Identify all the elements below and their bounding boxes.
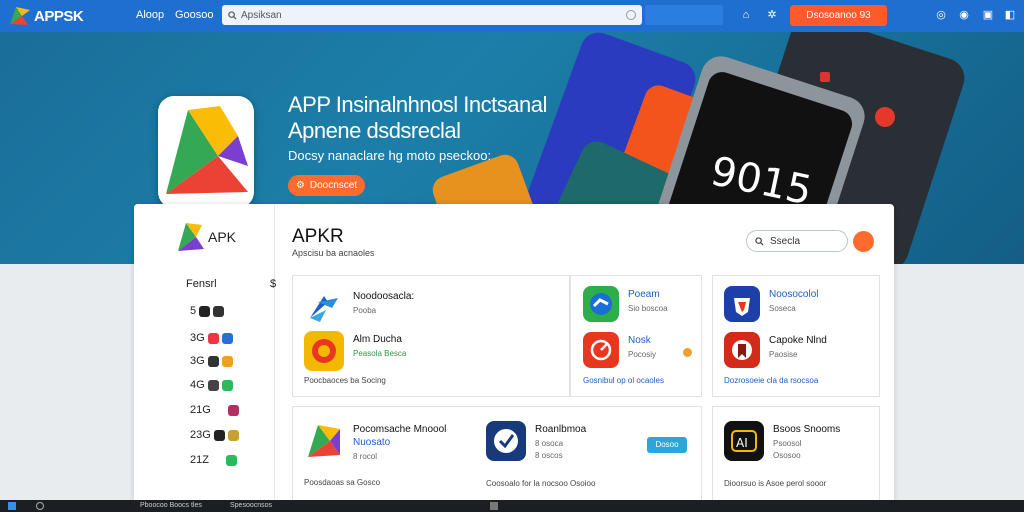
app-card[interactable]: Poeam Sio boscoa Nosk Pocosiy Gosnibul o… bbox=[570, 275, 702, 397]
search-icon[interactable] bbox=[36, 502, 44, 510]
app-item[interactable]: Noodoosacla: Pooba bbox=[304, 288, 414, 328]
search-clear-icon[interactable] bbox=[626, 10, 636, 20]
site-logo[interactable]: APPSK bbox=[8, 3, 94, 29]
shield-icon[interactable]: ▣ bbox=[982, 9, 994, 21]
sidebar: APK Fensrl $ 5 3G 3G 4G 21G 23G 21Z bbox=[134, 204, 277, 504]
logo-text: APPSK bbox=[34, 7, 84, 25]
hero-title: APP Insinalnhnosl Inctsanal Apnene dsdsr… bbox=[288, 92, 547, 143]
app-item[interactable]: Roanlbmoa 8 osoca 8 oscos bbox=[486, 421, 586, 461]
search-input[interactable]: Apsiksan bbox=[241, 10, 626, 21]
os-taskbar: Pboocoo Boocs tles Spesoocnsos bbox=[0, 500, 1024, 512]
download-cta-button[interactable]: Dsosoanoo 93 bbox=[790, 5, 887, 26]
sidebar-item[interactable]: 3G bbox=[190, 332, 233, 344]
content-panel: APK Fensrl $ 5 3G 3G 4G 21G 23G 21Z APKR… bbox=[134, 204, 894, 504]
section-search[interactable]: Ssecla bbox=[746, 230, 848, 252]
sidebar-heading: Fensrl bbox=[186, 278, 217, 290]
hero-app-icon bbox=[158, 96, 254, 208]
filter-icon[interactable] bbox=[853, 231, 874, 252]
svg-text:AI: AI bbox=[736, 436, 748, 450]
app-tag[interactable]: Dosoo bbox=[647, 437, 687, 453]
app-card[interactable]: Noodoosacla: Pooba Alm Ducha Peasola Bes… bbox=[292, 275, 570, 397]
app-icon bbox=[304, 288, 344, 328]
taskbar-app-icon[interactable] bbox=[490, 502, 498, 510]
sidebar-item[interactable]: 21Z bbox=[190, 454, 237, 466]
sidebar-logo[interactable]: APK bbox=[176, 219, 236, 255]
sidebar-item[interactable]: 21G bbox=[190, 404, 239, 416]
taskbar-app[interactable]: Pboocoo Boocs tles bbox=[140, 502, 202, 510]
settings-icon[interactable]: ✲ bbox=[764, 9, 780, 21]
help-icon[interactable]: ◉ bbox=[958, 9, 970, 21]
taskbar-app[interactable]: Spesoocnsos bbox=[230, 502, 272, 510]
app-item[interactable]: Pocomsache Mnoool Nuosato 8 rocol bbox=[304, 421, 446, 461]
card-footer: Poocbaoces ba Socing bbox=[304, 376, 386, 385]
sidebar-item[interactable]: 4G bbox=[190, 379, 233, 391]
apk-logo-icon bbox=[178, 223, 204, 251]
app-item[interactable]: Alm Ducha Peasola Besca bbox=[304, 331, 406, 371]
app-item[interactable]: AI Bsoos Snooms Psoosol Ososoo bbox=[724, 421, 840, 461]
app-card[interactable]: Pocomsache Mnoool Nuosato 8 rocol Roanlb… bbox=[292, 406, 702, 504]
app-icon bbox=[486, 421, 526, 461]
sidebar-item[interactable]: 23G bbox=[190, 429, 239, 441]
rating-badge bbox=[683, 348, 692, 357]
app-card[interactable]: AI Bsoos Snooms Psoosol Ososoo Dioorsuo … bbox=[712, 406, 880, 504]
app-item[interactable]: Poeam Sio boscoa bbox=[583, 286, 668, 322]
search-icon bbox=[755, 236, 764, 246]
app-icon bbox=[724, 332, 760, 368]
nav-link-2[interactable]: Goosoo bbox=[175, 9, 214, 21]
search-extension[interactable] bbox=[645, 5, 723, 25]
app-item[interactable]: Nosk Pocosiy bbox=[583, 332, 656, 368]
hero-subtitle: Docsy nanaclare hg moto pseckoo: bbox=[288, 148, 492, 163]
sidebar-item[interactable]: 5 bbox=[190, 305, 225, 317]
app-icon bbox=[724, 286, 760, 322]
download-icon: ⚙ bbox=[295, 180, 305, 191]
app-card[interactable]: Noosocolol Soseca Capoke Nlnd Paosise Do… bbox=[712, 275, 880, 397]
card-footer: Coosoalo for la nocsoo Osoioo bbox=[486, 479, 596, 488]
card-footer: Gosnibul op ol ocaoles bbox=[583, 376, 664, 385]
section-title: APKR bbox=[292, 226, 344, 247]
home-icon[interactable]: ⌂ bbox=[740, 9, 752, 21]
app-icon bbox=[304, 421, 344, 461]
hero-download-button[interactable]: ⚙ Doocnscet bbox=[288, 175, 365, 196]
app-icon bbox=[583, 332, 619, 368]
windows-start-icon[interactable] bbox=[8, 502, 16, 510]
card-footer: Poosdaoas sa Gosco bbox=[304, 478, 381, 487]
nav-link-1[interactable]: Aloop bbox=[136, 9, 164, 21]
notification-icon[interactable]: ◎ bbox=[935, 9, 947, 21]
app-icon bbox=[304, 331, 344, 371]
sidebar-item[interactable]: 3G bbox=[190, 355, 233, 367]
app-item[interactable]: Noosocolol Soseca bbox=[724, 286, 818, 322]
sidebar-heading-symbol: $ bbox=[270, 278, 277, 290]
app-icon bbox=[583, 286, 619, 322]
logo-icon bbox=[10, 7, 30, 25]
section-subtitle: Apscisu ba acnaoles bbox=[292, 248, 375, 258]
top-navbar: APPSK Aloop Goosoo Apsiksan ⌂ ✲ Dsosoano… bbox=[0, 0, 1024, 32]
app-icon: AI bbox=[724, 421, 764, 461]
app-item[interactable]: Capoke Nlnd Paosise bbox=[724, 332, 827, 368]
card-footer: Dioorsuo is Asoe perol sooor bbox=[724, 479, 827, 488]
search-bar[interactable]: Apsiksan bbox=[222, 5, 642, 25]
profile-icon[interactable]: ◧ bbox=[1004, 9, 1016, 21]
card-footer: Dozrosoeie cla da rsocsoa bbox=[724, 376, 819, 385]
search-icon bbox=[228, 10, 237, 20]
